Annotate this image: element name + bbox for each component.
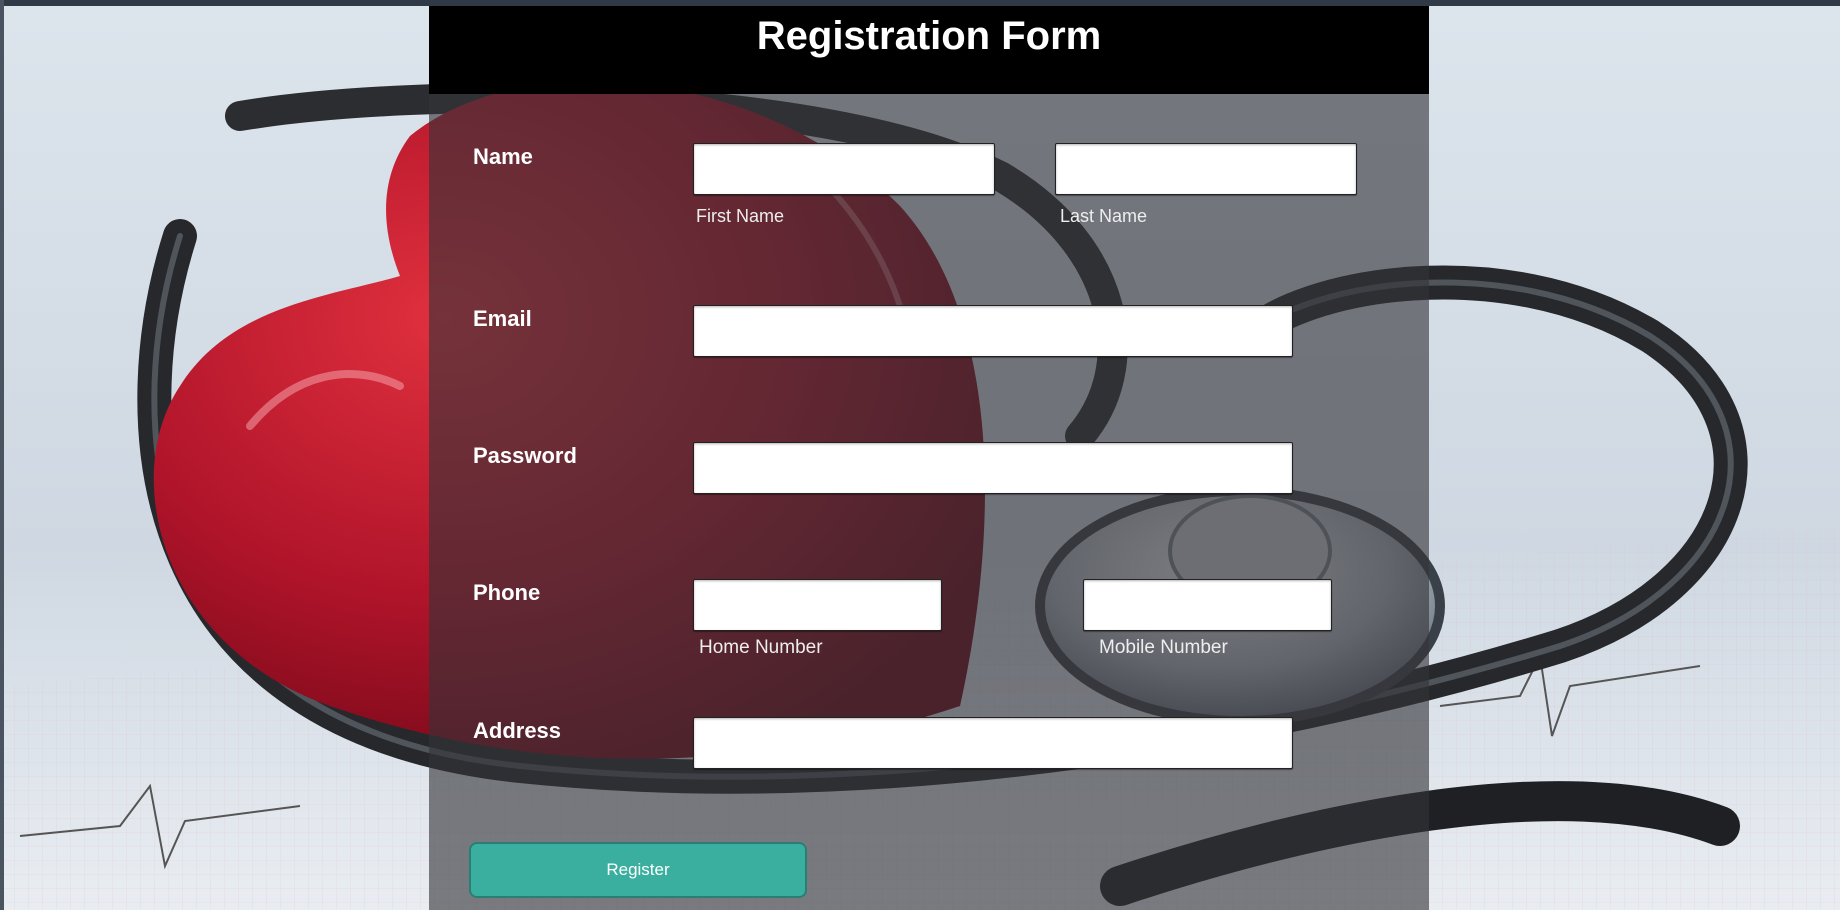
address-label: Address bbox=[473, 718, 562, 743]
form-title: Registration Form bbox=[756, 14, 1102, 58]
password-label: Password bbox=[473, 443, 577, 468]
email-label: Email bbox=[473, 306, 532, 331]
window-left-border bbox=[0, 0, 4, 910]
home-number-input[interactable] bbox=[693, 579, 942, 631]
home-number-caption: Home Number bbox=[699, 637, 823, 658]
name-label: Name bbox=[473, 144, 533, 169]
password-input[interactable] bbox=[693, 442, 1293, 494]
first-name-caption: First Name bbox=[696, 206, 785, 226]
form-header: Registration Form bbox=[429, 6, 1429, 94]
last-name-input[interactable] bbox=[1055, 143, 1357, 195]
mobile-number-caption: Mobile Number bbox=[1099, 637, 1228, 658]
first-name-input[interactable] bbox=[693, 143, 995, 195]
mobile-number-input[interactable] bbox=[1083, 579, 1332, 631]
last-name-caption: Last Name bbox=[1060, 206, 1148, 226]
phone-label: Phone bbox=[473, 580, 541, 605]
address-input[interactable] bbox=[693, 717, 1293, 769]
register-button[interactable]: Register bbox=[469, 842, 807, 898]
email-input[interactable] bbox=[693, 305, 1293, 357]
registration-form: Registration Form Name First Name Last N… bbox=[429, 6, 1429, 910]
page: Registration Form Name First Name Last N… bbox=[0, 0, 1840, 910]
